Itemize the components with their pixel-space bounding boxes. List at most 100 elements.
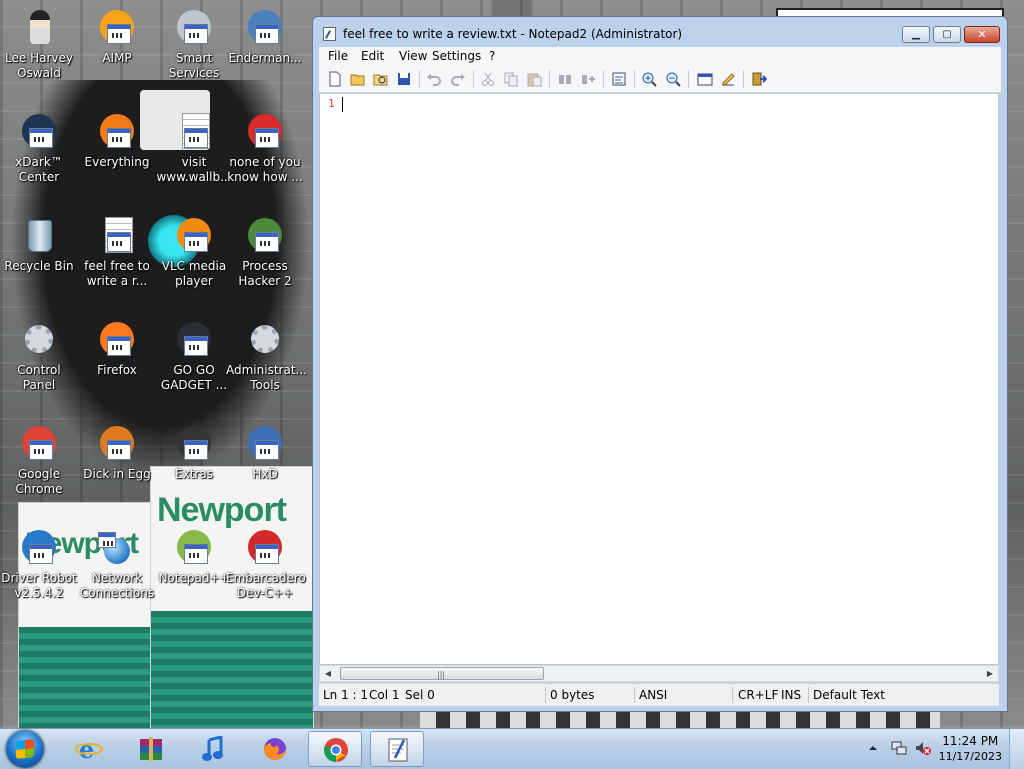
desktop-icon[interactable]: VLC media player (155, 214, 233, 289)
desktop-icon[interactable]: Administrat... Tools (226, 318, 307, 393)
desktop-icon[interactable]: Driver Robot v2.5.4.2 (0, 526, 78, 601)
horizontal-scrollbar[interactable]: ◀ ||| ▶ (319, 665, 999, 682)
desktop-icon-label: Firefox (97, 363, 137, 377)
zoom-out-icon[interactable] (665, 71, 681, 87)
new-file-icon[interactable] (327, 71, 343, 87)
desktop-icon[interactable]: visit www.wallb... (155, 110, 233, 185)
desktop-icon-label: Enderman... (228, 51, 302, 65)
vlc-icon (173, 214, 215, 256)
notepadpp-icon (173, 526, 215, 568)
save-icon[interactable] (396, 71, 412, 87)
desktop-icon[interactable]: Firefox (78, 318, 156, 378)
desktop-icon[interactable]: Dick in Egg (78, 422, 156, 482)
taskbar-chrome[interactable] (308, 731, 362, 767)
start-button[interactable] (6, 730, 44, 768)
desktop-icon[interactable]: Notepad++ (155, 526, 233, 586)
admin-tools-icon (244, 318, 286, 360)
taskbar-internet-explorer[interactable]: e (62, 731, 116, 767)
status-scheme[interactable]: Default Text (813, 688, 885, 702)
minimize-button[interactable]: ▁ (902, 26, 930, 43)
wallpaper-brand-text: Newport (157, 491, 287, 529)
taskbar-notepad2[interactable] (370, 731, 424, 767)
desktop-icon[interactable]: Everything (78, 110, 156, 170)
open-folder-icon[interactable] (350, 71, 366, 87)
zoom-in-icon[interactable] (641, 71, 657, 87)
desktop-icon[interactable]: HxD (226, 422, 304, 482)
taskbar: e 11:24 PM 11/17/2023 (0, 728, 1024, 769)
toolbar-separator (549, 70, 550, 88)
desktop-icon[interactable]: Control Panel (0, 318, 78, 393)
desktop-icon[interactable]: Network Connections (78, 526, 156, 601)
desktop-icon[interactable]: Smart Services (155, 6, 233, 81)
redo-icon[interactable] (450, 71, 466, 87)
desktop-icon[interactable]: Extras (155, 422, 233, 482)
desktop-icon-label: Driver Robot v2.5.4.2 (1, 571, 77, 600)
menu-help[interactable]: ? (489, 49, 495, 63)
desktop-icon[interactable]: GO GO GADGET ... (155, 318, 233, 393)
toolbar-separator (603, 70, 604, 88)
menu-settings[interactable]: Settings (432, 49, 481, 63)
volume-muted-icon[interactable] (914, 739, 932, 757)
show-desktop-button[interactable] (1009, 729, 1024, 769)
svg-text:e: e (79, 736, 94, 762)
taskbar-winrar[interactable] (124, 731, 178, 767)
notepad2-window[interactable]: feel free to write a review.txt - Notepa… (312, 16, 1008, 712)
menu-edit[interactable]: Edit (361, 49, 384, 63)
desktop-icon-label: AIMP (102, 51, 132, 65)
minimize-icon: ▁ (912, 29, 920, 40)
find-icon[interactable] (557, 71, 573, 87)
desktop-icon-label: Process Hacker 2 (238, 259, 292, 288)
desktop-icon[interactable]: Process Hacker 2 (226, 214, 304, 289)
desktop-icon[interactable]: AIMP (78, 6, 156, 66)
cut-icon[interactable] (480, 71, 496, 87)
desktop-icon[interactable]: Recycle Bin (0, 214, 78, 274)
desktop-icon[interactable]: Lee Harvey Oswald (0, 6, 78, 81)
menu-file[interactable]: File (328, 49, 348, 63)
text-file-icon (173, 110, 215, 152)
copy-icon[interactable] (503, 71, 519, 87)
taskbar-music-player[interactable] (186, 731, 240, 767)
windows-logo-icon (16, 739, 34, 759)
title-bar[interactable]: feel free to write a review.txt - Notepa… (313, 17, 1007, 47)
desktop-icon-label: Recycle Bin (4, 259, 74, 273)
word-wrap-icon[interactable] (611, 71, 627, 87)
scheme-icon[interactable] (697, 71, 713, 87)
devcpp-icon (244, 526, 286, 568)
browse-icon[interactable] (373, 71, 389, 87)
notepad2-app-icon[interactable] (323, 27, 336, 41)
tray-clock[interactable]: 11:24 PM 11/17/2023 (939, 734, 1002, 764)
desktop-icon[interactable]: Google Chrome (0, 422, 78, 497)
scrollbar-grip: ||| (437, 670, 446, 679)
maximize-button[interactable]: ▢ (933, 26, 961, 43)
notepad2-icon (388, 738, 408, 762)
desktop-icon[interactable]: feel free to write a r... (78, 214, 156, 289)
status-encoding[interactable]: ANSI (639, 688, 667, 702)
close-icon: ✕ (977, 28, 987, 41)
status-line-ending[interactable]: CR+LF (738, 688, 778, 702)
scroll-right-icon[interactable]: ▶ (982, 666, 998, 681)
desktop-icon[interactable]: Embarcadero Dev-C++ (226, 526, 306, 601)
window-title: feel free to write a review.txt - Notepa… (343, 27, 683, 41)
desktop-icon[interactable]: none of you know how ... (226, 110, 304, 185)
scrollbar-thumb[interactable]: ||| (340, 667, 544, 680)
internet-explorer-icon: e (75, 736, 103, 762)
menu-view[interactable]: View (399, 49, 427, 63)
text-editor[interactable]: 1 (319, 93, 999, 665)
hxd-icon (244, 422, 286, 464)
paste-icon[interactable] (526, 71, 542, 87)
desktop-icon[interactable]: Enderman... (226, 6, 304, 66)
toolbar-separator (419, 70, 420, 88)
customize-icon[interactable] (720, 71, 736, 87)
desktop-icon-label: VLC media player (161, 259, 227, 288)
network-tray-icon[interactable] (890, 739, 908, 757)
close-button[interactable]: ✕ (964, 26, 1000, 43)
undo-icon[interactable] (426, 71, 442, 87)
text-caret (342, 97, 343, 112)
desktop-icon[interactable]: xDark™ Center (0, 110, 78, 185)
show-hidden-icons-icon[interactable] (868, 743, 878, 753)
taskbar-firefox[interactable] (248, 731, 302, 767)
replace-icon[interactable] (580, 71, 596, 87)
shortcut-icon (244, 110, 286, 152)
scroll-left-icon[interactable]: ◀ (320, 666, 336, 681)
exit-icon[interactable] (751, 71, 767, 87)
